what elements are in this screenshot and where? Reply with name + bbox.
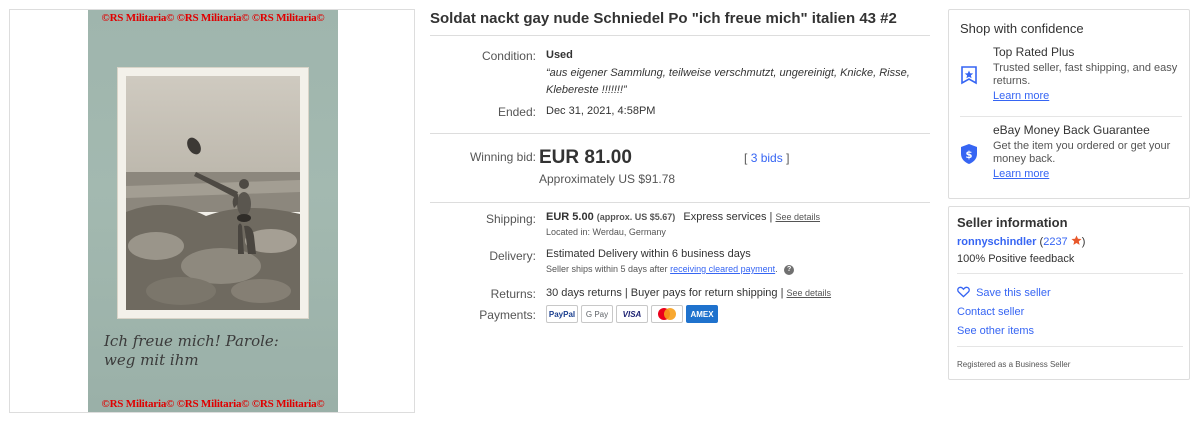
delivery-row: Delivery: Estimated Delivery within 6 bu…: [430, 248, 930, 280]
amex-icon: AMEX: [686, 305, 718, 323]
winning-bid-amount: EUR 81.00: [539, 147, 632, 168]
item-photo[interactable]: ©RS Militaria© ©RS Militaria© ©RS Milita…: [88, 10, 338, 412]
top-rated-feature: Top Rated Plus Trusted seller, fast ship…: [993, 46, 1183, 103]
delivery-note: Seller ships within 5 days after receivi…: [546, 264, 930, 275]
ended-value: Dec 31, 2021, 4:58PM: [546, 105, 656, 117]
mastercard-circles: [658, 308, 676, 320]
returns-value: 30 days returns | Buyer pays for return …: [546, 287, 784, 299]
delivery-label: Delivery:: [489, 249, 536, 263]
see-other-items-link[interactable]: See other items: [957, 325, 1034, 337]
divider: [430, 202, 930, 203]
shipping-service: Express services |: [683, 211, 773, 223]
shipping-approx: (approx. US $5.67): [596, 212, 676, 222]
seller-identity: ronnyschindler (2237 ): [957, 235, 1085, 249]
handwriting-line-2: weg mit ihm: [104, 351, 199, 369]
seller-info-title: Seller information: [957, 215, 1068, 230]
paypal-icon: PayPal: [546, 305, 578, 323]
bid-count: [ 3 bids ]: [744, 151, 789, 165]
watermark-top: ©RS Militaria© ©RS Militaria© ©RS Milita…: [101, 12, 325, 24]
google-pay-icon: G Pay: [581, 305, 613, 323]
approx-usd: Approximately US $91.78: [539, 172, 676, 186]
condition-row: Condition: Used “aus eigener Sammlung, t…: [430, 48, 930, 108]
score-close: ): [1081, 236, 1086, 248]
vintage-photo: [118, 68, 308, 318]
shipping-price: EUR 5.00: [546, 211, 594, 223]
handwritten-caption: Ich freue mich! Parole: weg mit ihm: [104, 332, 324, 370]
delivery-note-end: .: [775, 264, 778, 274]
seller-information-panel: Seller information ronnyschindler (2237 …: [948, 206, 1190, 380]
shipping-see-details-link[interactable]: See details: [775, 212, 820, 222]
delivery-estimate: Estimated Delivery within 6 business day…: [546, 248, 751, 260]
item-location: Located in: Werdau, Germany: [546, 227, 666, 237]
money-back-desc: Get the item you ordered or get your mon…: [993, 140, 1171, 165]
payment-methods: PayPal G Pay VISA AMEX: [546, 305, 930, 323]
bids-open-bracket: [: [744, 151, 748, 165]
money-back-learn-more-link[interactable]: Learn more: [993, 168, 1049, 181]
business-seller-note: Registered as a Business Seller: [957, 360, 1071, 369]
top-rated-title: Top Rated Plus: [993, 45, 1075, 59]
condition-value: Used: [546, 49, 573, 61]
divider: [957, 273, 1183, 274]
divider: [430, 133, 930, 134]
bids-link[interactable]: 3 bids: [751, 151, 783, 165]
winning-bid-block: EUR 81.00 Approximately US $91.78: [539, 147, 923, 186]
winning-bid-label: Winning bid:: [469, 150, 536, 164]
top-rated-badge-icon: [960, 66, 978, 91]
condition-label: Condition:: [481, 49, 536, 63]
positive-feedback: 100% Positive feedback: [957, 253, 1075, 265]
top-rated-learn-more-link[interactable]: Learn more: [993, 90, 1049, 103]
money-back-title: eBay Money Back Guarantee: [993, 123, 1150, 137]
returns-label: Returns:: [490, 287, 536, 301]
bids-close-bracket: ]: [786, 151, 790, 165]
payments-label: Payments:: [479, 308, 536, 322]
mastercard-icon: [651, 305, 683, 323]
returns-block: 30 days returns | Buyer pays for return …: [546, 287, 930, 299]
visa-icon: VISA: [616, 305, 648, 323]
condition-value-block: Used “aus eigener Sammlung, teilweise ve…: [546, 48, 930, 99]
shipping-label: Shipping:: [485, 212, 536, 226]
divider: [960, 116, 1182, 117]
help-icon[interactable]: ?: [784, 264, 795, 275]
shipping-row: Shipping: EUR 5.00 (approx. US $5.67) Ex…: [430, 211, 930, 243]
winning-bid-row: Winning bid: EUR 81.00 Approximately US …: [430, 147, 930, 191]
divider: [957, 346, 1183, 347]
top-rated-desc: Trusted seller, fast shipping, and easy …: [993, 62, 1178, 87]
shipping-line: EUR 5.00 (approx. US $5.67) Express serv…: [546, 211, 930, 223]
heart-icon: [957, 286, 970, 301]
payments-row: Payments: PayPal G Pay VISA AMEX: [430, 305, 930, 327]
condition-description: “aus eigener Sammlung, teilweise verschm…: [546, 67, 910, 96]
svg-text:$: $: [966, 150, 973, 161]
item-image-panel[interactable]: ©RS Militaria© ©RS Militaria© ©RS Milita…: [9, 9, 415, 413]
listing-title: Soldat nackt gay nude Schniedel Po "ich …: [430, 10, 897, 27]
shield-dollar-icon: $: [960, 143, 978, 170]
star-icon: [1071, 235, 1082, 249]
save-seller-row[interactable]: Save this seller: [957, 286, 1051, 301]
divider: [430, 35, 930, 36]
shop-with-confidence-panel: Shop with confidence Top Rated Plus Trus…: [948, 9, 1190, 199]
delivery-block: Estimated Delivery within 6 business day…: [546, 248, 930, 275]
contact-seller-link[interactable]: Contact seller: [957, 306, 1024, 318]
seller-name-link[interactable]: ronnyschindler: [957, 236, 1036, 248]
cleared-payment-link[interactable]: receiving cleared payment: [670, 264, 775, 274]
feedback-score-link[interactable]: 2237: [1043, 236, 1067, 248]
shop-confidence-title: Shop with confidence: [960, 21, 1084, 36]
shipping-block: EUR 5.00 (approx. US $5.67) Express serv…: [546, 211, 930, 237]
watermark-bottom: ©RS Militaria© ©RS Militaria© ©RS Milita…: [101, 398, 325, 410]
handwriting-line-1: Ich freue mich! Parole:: [104, 332, 279, 350]
money-back-feature: eBay Money Back Guarantee Get the item y…: [993, 124, 1183, 181]
delivery-note-text: Seller ships within 5 days after: [546, 264, 668, 274]
returns-see-details-link[interactable]: See details: [787, 288, 832, 298]
ended-label: Ended:: [497, 105, 536, 119]
beach-scene-illustration: [126, 76, 300, 310]
save-seller-link[interactable]: Save this seller: [976, 287, 1051, 299]
